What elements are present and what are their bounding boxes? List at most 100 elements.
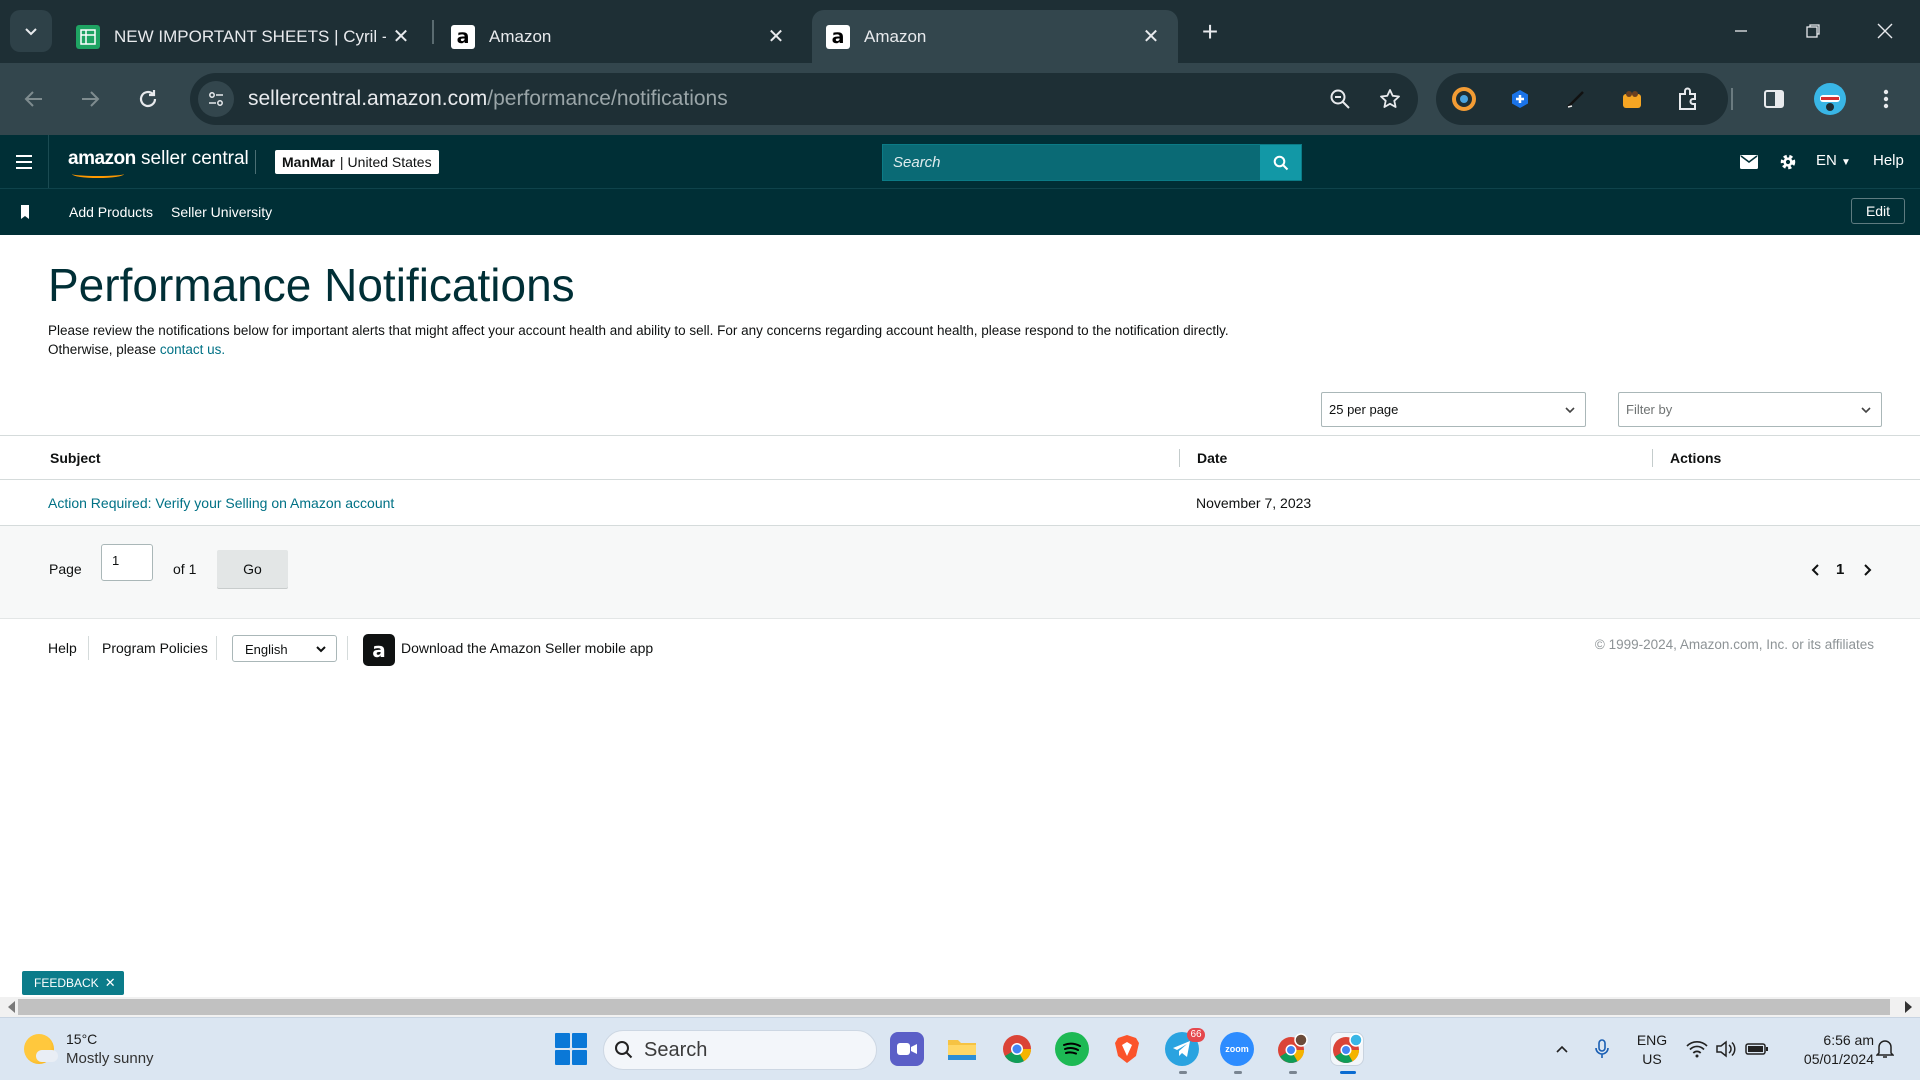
- brave-icon[interactable]: [1110, 1032, 1144, 1066]
- language-code: EN: [1816, 152, 1837, 169]
- language-line-2: US: [1642, 1051, 1662, 1067]
- back-arrow-icon[interactable]: [12, 77, 56, 121]
- footer-language-select[interactable]: English: [232, 635, 337, 662]
- tab-title: NEW IMPORTANT SHEETS | Cyril -: [114, 26, 386, 46]
- page-description: Please review the notifications below fo…: [48, 321, 1348, 359]
- column-header-actions: Actions: [1670, 450, 1722, 466]
- filter-select[interactable]: Filter by: [1618, 392, 1882, 427]
- extension-pen-icon[interactable]: [1558, 81, 1594, 117]
- extensions-puzzle-icon[interactable]: [1670, 81, 1706, 117]
- language-selector[interactable]: EN ▼: [1816, 152, 1851, 169]
- extension-plus-icon[interactable]: [1502, 81, 1538, 117]
- hamburger-menu-icon[interactable]: [0, 135, 49, 188]
- input-language-indicator[interactable]: ENG US: [1630, 1031, 1674, 1069]
- zoom-icon[interactable]: [1318, 77, 1362, 121]
- scroll-right-arrow-icon[interactable]: [1905, 1001, 1912, 1013]
- help-link[interactable]: Help: [1873, 152, 1904, 169]
- restore-icon[interactable]: [1783, 8, 1843, 54]
- microphone-icon[interactable]: [1589, 1036, 1615, 1062]
- account-switcher[interactable]: ManMar | United States: [275, 150, 439, 174]
- chrome-menu-icon[interactable]: [1864, 77, 1908, 121]
- tab-search-button[interactable]: [10, 10, 52, 52]
- footer-program-policies-link[interactable]: Program Policies: [102, 640, 208, 656]
- bookmark-icon[interactable]: [18, 204, 32, 220]
- footer-language-value: English: [245, 642, 288, 657]
- file-explorer-icon[interactable]: [945, 1032, 979, 1066]
- close-window-icon[interactable]: [1855, 8, 1915, 54]
- taskbar-search-box[interactable]: Search: [603, 1030, 877, 1070]
- nav-seller-university[interactable]: Seller University: [171, 204, 272, 220]
- show-hidden-icons-chevron-icon[interactable]: [1549, 1036, 1575, 1062]
- browser-tab-amazon-active[interactable]: a Amazon ✕: [812, 10, 1178, 63]
- feedback-button[interactable]: FEEDBACK ✕: [22, 971, 124, 995]
- horizontal-scrollbar[interactable]: [0, 997, 1920, 1017]
- tab-title: Amazon: [864, 26, 927, 46]
- clock-time: 6:56 am: [1823, 1032, 1874, 1048]
- current-page-number[interactable]: 1: [1836, 561, 1844, 578]
- battery-icon[interactable]: [1744, 1036, 1770, 1062]
- close-tab-icon[interactable]: ✕: [761, 22, 791, 52]
- close-tab-icon[interactable]: ✕: [1136, 22, 1166, 52]
- edit-bookmarks-button[interactable]: Edit: [1851, 198, 1905, 224]
- go-button[interactable]: Go: [217, 550, 288, 588]
- search-button[interactable]: [1260, 145, 1301, 180]
- forward-arrow-icon[interactable]: [68, 77, 112, 121]
- seller-central-header: amazon seller central ManMar | United St…: [0, 135, 1920, 188]
- site-info-icon[interactable]: [198, 81, 234, 117]
- column-header-subject[interactable]: Subject: [50, 450, 101, 466]
- download-app-link[interactable]: Download the Amazon Seller mobile app: [401, 640, 653, 656]
- amazon-seller-app-icon[interactable]: a: [363, 634, 395, 666]
- url-text: sellercentral.amazon.com/performance/not…: [248, 87, 1318, 111]
- extension-orange-ring-icon[interactable]: [1446, 81, 1482, 117]
- spotify-icon[interactable]: [1055, 1032, 1089, 1066]
- weather-widget[interactable]: 15°C Mostly sunny: [24, 1030, 154, 1068]
- search-input[interactable]: Search: [883, 145, 1260, 180]
- previous-page-icon[interactable]: [1810, 563, 1822, 581]
- bookmark-star-icon[interactable]: [1368, 77, 1412, 121]
- description-text: Please review the notifications below fo…: [48, 323, 1229, 338]
- chrome-profile-icon[interactable]: [1275, 1032, 1309, 1066]
- clock[interactable]: 6:56 am 05/01/2024: [1782, 1031, 1874, 1069]
- account-separator: |: [339, 154, 344, 170]
- notification-subject-link[interactable]: Action Required: Verify your Selling on …: [48, 495, 394, 511]
- running-indicator: [1289, 1071, 1297, 1074]
- footer-help-link[interactable]: Help: [48, 640, 77, 656]
- windows-start-icon[interactable]: [555, 1033, 587, 1065]
- nav-add-products[interactable]: Add Products: [69, 204, 153, 220]
- address-bar[interactable]: sellercentral.amazon.com/performance/not…: [190, 73, 1418, 125]
- seller-search-box[interactable]: Search: [882, 144, 1302, 181]
- browser-tab-amazon[interactable]: a Amazon ✕: [437, 10, 803, 63]
- minimize-icon[interactable]: [1711, 8, 1771, 54]
- chrome-active-window-icon[interactable]: [1330, 1032, 1364, 1066]
- close-tab-icon[interactable]: ✕: [386, 22, 416, 52]
- page-number-input[interactable]: 1: [101, 544, 153, 581]
- close-feedback-icon[interactable]: ✕: [105, 975, 116, 991]
- search-icon: [1273, 155, 1288, 170]
- extension-honey-icon[interactable]: [1614, 81, 1650, 117]
- per-page-select[interactable]: 25 per page: [1321, 392, 1586, 427]
- scrollbar-thumb[interactable]: [18, 999, 1890, 1015]
- settings-gear-icon[interactable]: [1773, 147, 1803, 177]
- wifi-icon[interactable]: [1684, 1036, 1710, 1062]
- column-header-date[interactable]: Date: [1197, 450, 1227, 466]
- next-page-icon[interactable]: [1861, 563, 1873, 581]
- bookmarks-nav-bar: Add Products Seller University Edit: [0, 188, 1920, 235]
- telegram-icon[interactable]: 66: [1165, 1028, 1205, 1066]
- reload-icon[interactable]: [126, 77, 170, 121]
- teams-meet-icon[interactable]: [890, 1032, 924, 1066]
- profile-avatar[interactable]: [1808, 77, 1852, 121]
- volume-icon[interactable]: [1713, 1036, 1739, 1062]
- seller-central-logo[interactable]: amazon seller central: [68, 148, 249, 178]
- mail-icon[interactable]: [1734, 147, 1764, 177]
- scroll-left-arrow-icon[interactable]: [8, 1001, 15, 1013]
- running-indicator: [1234, 1071, 1242, 1074]
- new-tab-button[interactable]: +: [1190, 14, 1230, 50]
- zoom-icon[interactable]: zoom: [1220, 1032, 1254, 1066]
- chrome-icon[interactable]: [1000, 1032, 1034, 1066]
- browser-tab-sheets[interactable]: NEW IMPORTANT SHEETS | Cyril - ✕: [62, 10, 428, 63]
- side-panel-icon[interactable]: [1752, 77, 1796, 121]
- notification-bell-icon[interactable]: [1872, 1036, 1898, 1062]
- contact-us-link[interactable]: contact us.: [160, 342, 225, 357]
- url-path: /performance/notifications: [487, 87, 728, 110]
- windows-taskbar: 15°C Mostly sunny Search 66 zoom ENG US …: [0, 1017, 1920, 1080]
